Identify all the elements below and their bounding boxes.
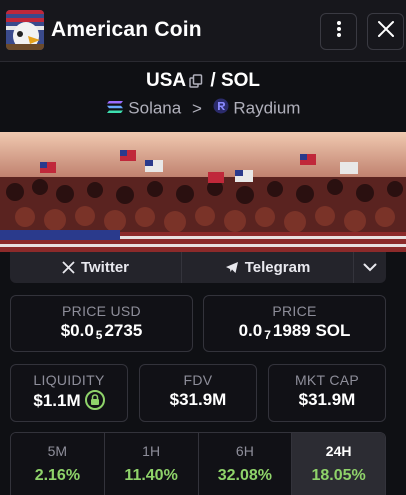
telegram-icon (225, 261, 239, 274)
close-icon (377, 20, 395, 43)
fdv-value: $31.9M (169, 390, 227, 409)
twitter-label: Twitter (80, 259, 130, 276)
liquidity-value: $1.1M (33, 391, 81, 410)
more-links-button[interactable] (354, 252, 386, 283)
price-usd-value: $0.0 5 2735 (60, 321, 143, 342)
copy-icon[interactable] (189, 72, 203, 94)
fdv-card: FDV $31.9M (139, 364, 257, 422)
chain-breadcrumb: Solana > Raydium (0, 98, 406, 119)
lock-icon[interactable] (84, 390, 105, 410)
telegram-button[interactable]: Telegram (182, 252, 354, 283)
tab-label: 6H (235, 443, 254, 459)
x-twitter-icon (62, 261, 75, 274)
tab-1h[interactable]: 1H 11.40% (104, 433, 199, 495)
close-button[interactable] (367, 13, 404, 50)
price-sol-value: 0.0 7 1989 SOL (238, 321, 351, 342)
mkt-cap-label: MKT CAP (294, 372, 360, 388)
twitter-button[interactable]: Twitter (10, 252, 182, 283)
pair-base: USA (145, 70, 187, 91)
tab-label: 5M (47, 443, 68, 459)
mkt-cap-value: $31.9M (298, 390, 356, 409)
token-banner-image (0, 132, 406, 252)
pair-title: USA / SOL (0, 70, 406, 94)
telegram-label: Telegram (244, 259, 311, 276)
social-links-bar: Twitter Telegram (10, 252, 386, 283)
raydium-icon (213, 98, 229, 118)
chevron-down-icon (363, 259, 377, 276)
pair-quote: SOL (220, 70, 261, 91)
tab-change-value: 32.08% (217, 467, 272, 484)
tab-change-value: 2.16% (34, 467, 81, 484)
tab-5m[interactable]: 5M 2.16% (11, 433, 105, 495)
vertical-dots-icon (336, 20, 342, 43)
liquidity-card: LIQUIDITY $1.1M (10, 364, 128, 422)
chain-arrow: > (191, 98, 202, 118)
header: American Coin (0, 0, 406, 62)
tab-label: 24H (325, 443, 352, 459)
tab-24h[interactable]: 24H 18.05% (292, 433, 385, 495)
fdv-label: FDV (183, 372, 213, 388)
price-usd-label: PRICE USD (62, 303, 141, 319)
tab-label: 1H (142, 443, 161, 459)
tab-change-value: 11.40% (124, 467, 178, 484)
chain-dex[interactable]: Raydium (233, 99, 300, 118)
liquidity-label: LIQUIDITY (33, 372, 105, 388)
tab-change-value: 18.05% (311, 467, 366, 484)
mkt-cap-card: MKT CAP $31.9M (268, 364, 386, 422)
price-usd-card: PRICE USD $0.0 5 2735 (10, 295, 193, 352)
token-logo (6, 10, 44, 50)
price-sol-card: PRICE 0.0 7 1989 SOL (203, 295, 386, 352)
solana-icon (106, 99, 124, 118)
tab-6h[interactable]: 6H 32.08% (198, 433, 293, 495)
price-sol-label: PRICE (272, 303, 317, 319)
pair-separator: / (210, 70, 216, 91)
timeframe-tabs: 5M 2.16% 1H 11.40% 6H 32.08% 24H 18.05% (10, 432, 386, 495)
more-options-button[interactable] (320, 13, 357, 50)
token-title: American Coin (51, 18, 202, 41)
chain-network[interactable]: Solana (128, 99, 181, 118)
